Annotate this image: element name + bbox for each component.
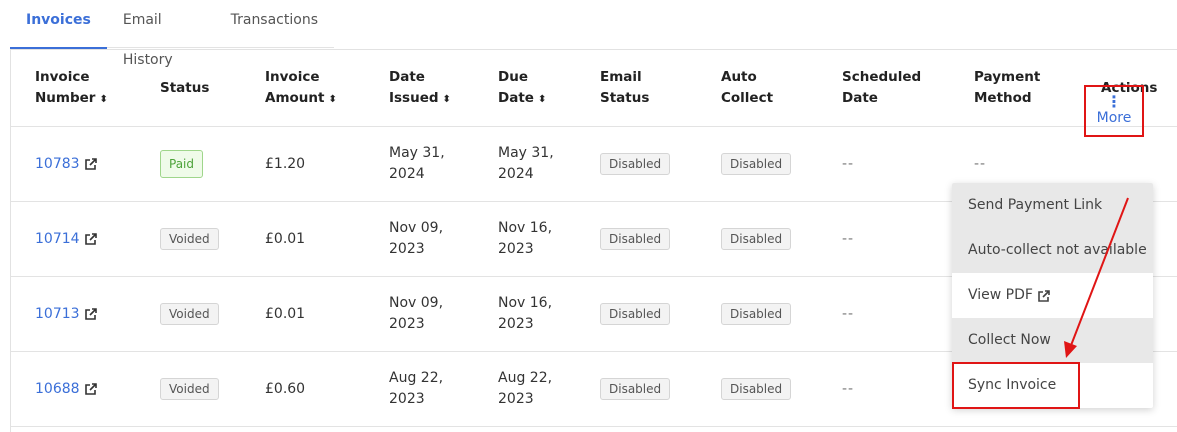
sort-icon[interactable]: ⬍ (538, 94, 546, 105)
scheduled-date: -- (842, 306, 855, 322)
invoice-amount: £0.01 (265, 306, 306, 322)
header-invoice-number[interactable]: Invoice Number ⬍ (35, 50, 155, 126)
more-actions-button[interactable]: ⋮ More (1084, 85, 1144, 137)
invoice-amount: £0.60 (265, 381, 306, 397)
invoice-number-link[interactable]: 10713 (35, 306, 98, 322)
menu-item-view-pdf[interactable]: View PDF (952, 273, 1153, 318)
header-invoice-amount[interactable]: Invoice Amount ⬍ (265, 50, 385, 126)
auto-collect-badge: Disabled (721, 228, 792, 250)
auto-collect-badge: Disabled (721, 303, 792, 325)
date-issued: Aug 22, 2023 (389, 370, 444, 407)
status-badge: Voided (160, 378, 219, 400)
email-status-badge: Disabled (600, 303, 671, 325)
tab-bar: Invoices Email History Transactions (10, 0, 334, 68)
due-date: Nov 16, 2023 (498, 295, 553, 332)
scheduled-date: -- (842, 381, 855, 397)
tab-invoices[interactable]: Invoices (10, 0, 107, 49)
invoice-amount: £0.01 (265, 231, 306, 247)
sync-invoice-highlight (952, 362, 1080, 409)
kebab-vertical-icon: ⋮ (1106, 92, 1122, 111)
header-payment-method: Payment Method (974, 69, 1041, 106)
date-issued: May 31, 2024 (389, 145, 445, 182)
external-link-icon (1038, 289, 1050, 302)
sort-icon[interactable]: ⬍ (328, 94, 336, 105)
due-date: May 31, 2024 (498, 145, 554, 182)
due-date: Aug 22, 2023 (498, 370, 553, 407)
invoice-number-link[interactable]: 10688 (35, 381, 98, 397)
header-email-status: Email Status (600, 69, 650, 106)
status-badge: Paid (160, 150, 204, 178)
invoice-number-link[interactable]: 10783 (35, 156, 98, 172)
sort-icon[interactable]: ⬍ (99, 94, 107, 105)
tab-transactions[interactable]: Transactions (215, 0, 334, 48)
email-status-badge: Disabled (600, 228, 671, 250)
due-date: Nov 16, 2023 (498, 220, 553, 257)
email-status-badge: Disabled (600, 153, 671, 175)
menu-item-collect-now[interactable]: Collect Now (952, 318, 1153, 363)
date-issued: Nov 09, 2023 (389, 220, 444, 257)
status-badge: Voided (160, 303, 219, 325)
header-scheduled-date: Scheduled Date (842, 69, 922, 106)
menu-item-auto-collect: Auto-collect not available (952, 228, 1153, 273)
header-status: Status (160, 79, 210, 96)
table-header-row: Invoice Number ⬍ Status Invoice Amount ⬍ Dat… (11, 50, 1177, 127)
date-issued: Nov 09, 2023 (389, 295, 444, 332)
status-badge: Voided (160, 228, 219, 250)
menu-item-send-payment-link[interactable]: Send Payment Link (952, 183, 1153, 228)
header-date-issued[interactable]: Date Issued ⬍ (389, 50, 494, 126)
auto-collect-badge: Disabled (721, 378, 792, 400)
external-link-icon (84, 308, 97, 320)
sort-icon[interactable]: ⬍ (443, 94, 451, 105)
invoice-number-link[interactable]: 10714 (35, 231, 98, 247)
scheduled-date: -- (842, 231, 855, 247)
header-due-date[interactable]: Due Date ⬍ (498, 50, 598, 126)
external-link-icon (84, 383, 97, 395)
auto-collect-badge: Disabled (721, 153, 792, 175)
email-status-badge: Disabled (600, 378, 671, 400)
header-auto-collect: Auto Collect (721, 69, 774, 106)
more-label: More (1096, 110, 1132, 126)
tab-email-history[interactable]: Email History (107, 0, 215, 68)
scheduled-date: -- (842, 156, 855, 172)
invoice-amount: £1.20 (265, 156, 306, 172)
external-link-icon (84, 233, 97, 245)
payment-method: -- (974, 156, 987, 172)
external-link-icon (84, 158, 97, 170)
